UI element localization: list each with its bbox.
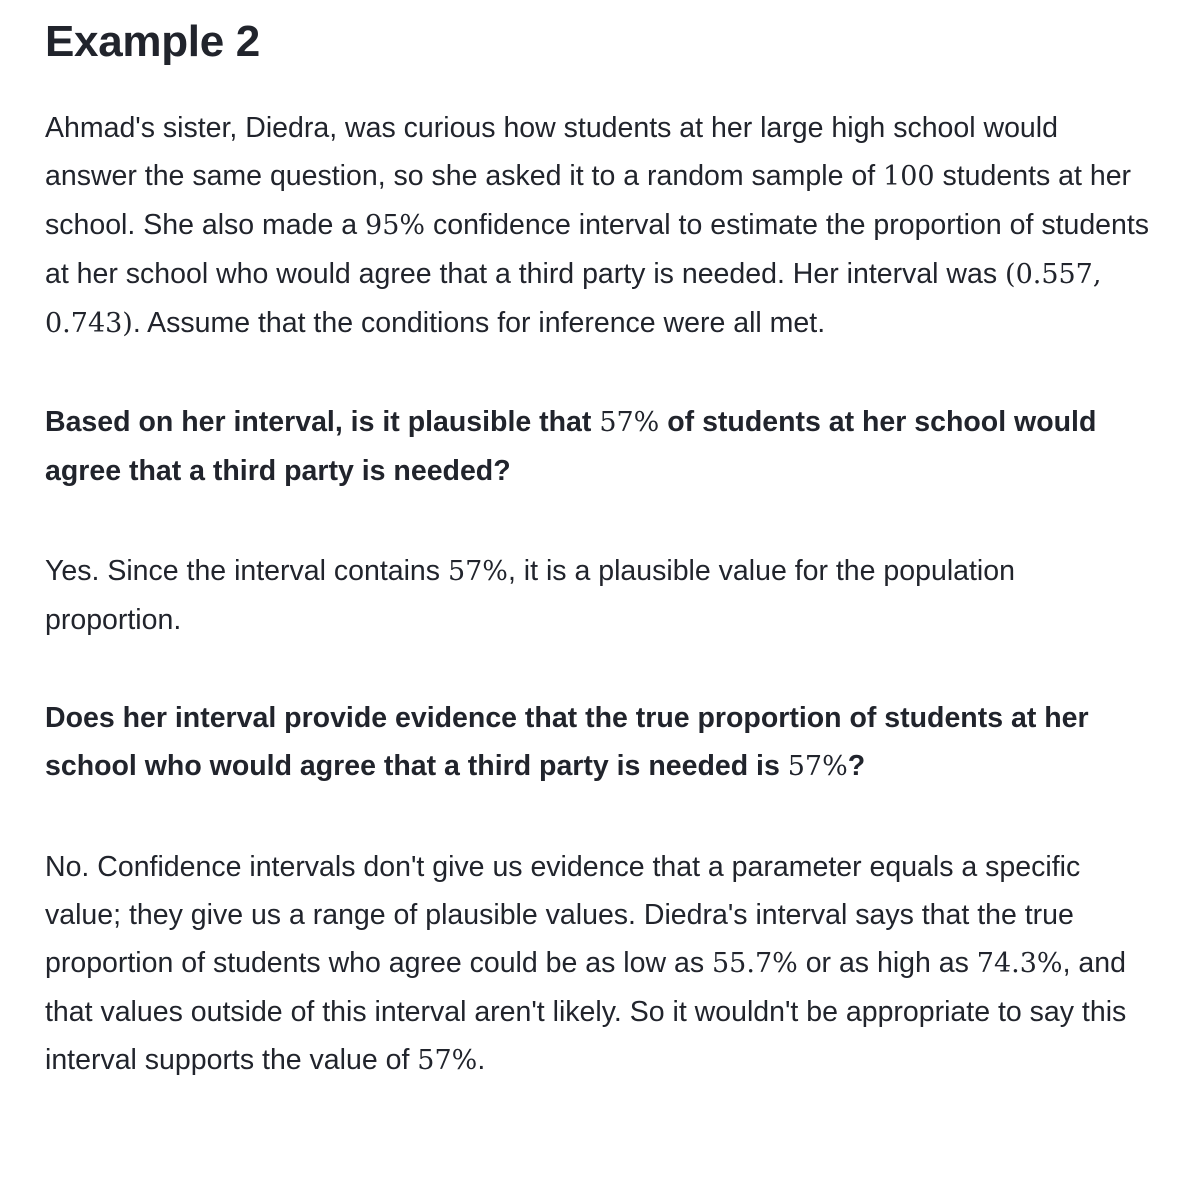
question-2: Does her interval provide evidence that …: [45, 694, 1155, 791]
answer-2-text-2: or as high as: [797, 947, 977, 979]
answer-2-math-value: 57%: [417, 1045, 478, 1076]
page-title: Example 2: [45, 17, 260, 66]
answer-1-text-1: Yes. Since the interval contains: [45, 555, 448, 587]
answer-2-math-low: 55.7%: [712, 948, 798, 979]
intro-paragraph: Ahmad's sister, Diedra, was curious how …: [45, 104, 1155, 348]
question-2-text-2: ?: [847, 750, 866, 782]
confidence-level-math: 95%: [365, 210, 426, 241]
answer-2-math-high: 74.3%: [976, 948, 1063, 979]
question-2-math: 57%: [787, 751, 848, 782]
answer-2-text-4: .: [477, 1044, 486, 1076]
answer-1: Yes. Since the interval contains 57%, it…: [45, 547, 1155, 644]
sample-size-math: 100: [883, 161, 935, 192]
question-2-text-1: Does her interval provide evidence that …: [45, 702, 1089, 782]
answer-2: No. Confidence intervals don't give us e…: [45, 843, 1155, 1085]
intro-text-4: . Assume that the conditions for inferen…: [132, 307, 826, 339]
question-1-text-1: Based on her interval, is it plausible t…: [45, 406, 600, 438]
question-1-math: 57%: [599, 407, 660, 438]
answer-1-math: 57%: [447, 556, 508, 587]
article: Example 2 Ahmad's sister, Diedra, was cu…: [45, 0, 1155, 1085]
question-1: Based on her interval, is it plausible t…: [45, 398, 1155, 495]
